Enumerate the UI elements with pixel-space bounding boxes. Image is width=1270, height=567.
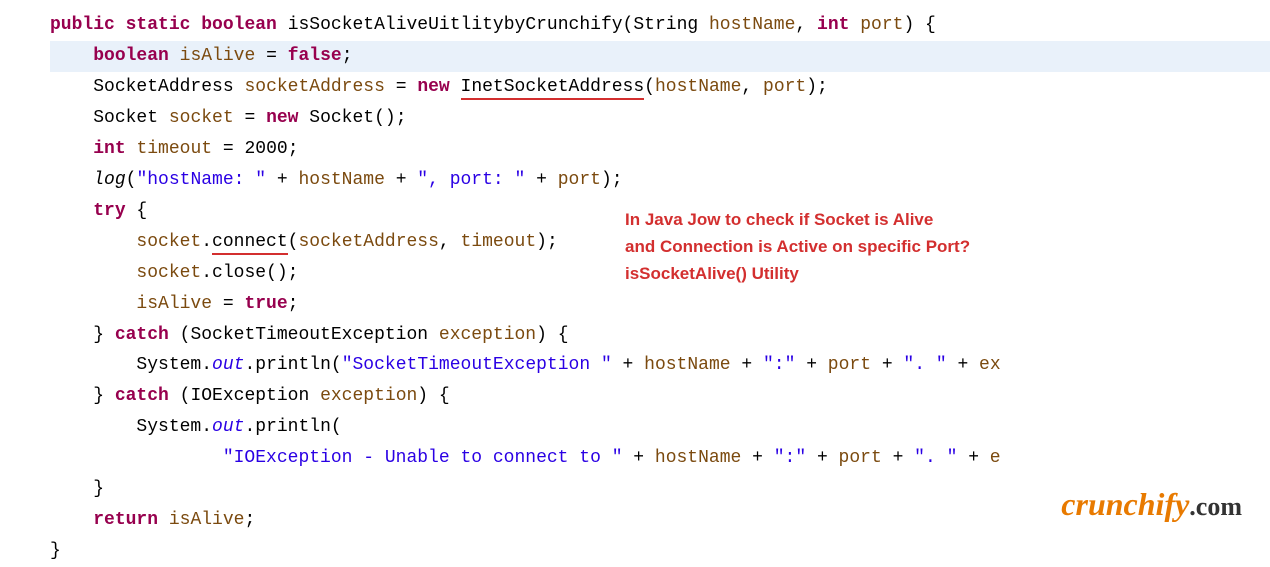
code-line-10: isAlive = true; <box>50 289 1270 320</box>
logo-brand: crunchify <box>1061 486 1189 522</box>
code-line-4: Socket socket = new Socket(); <box>50 103 1270 134</box>
logo: crunchify.com <box>1061 477 1242 532</box>
annotation-line-3: isSocketAlive() Utility <box>625 260 970 287</box>
logo-domain: .com <box>1189 492 1242 521</box>
code-line-15: "IOException - Unable to connect to " + … <box>50 443 1270 474</box>
annotation-line-1: In Java Jow to check if Socket is Alive <box>625 206 970 233</box>
code-line-14: System.out.println( <box>50 412 1270 443</box>
code-line-3: SocketAddress socketAddress = new InetSo… <box>50 72 1270 103</box>
code-line-13: } catch (IOException exception) { <box>50 381 1270 412</box>
inetsocketaddress-ref: InetSocketAddress <box>461 77 645 100</box>
code-line-12: System.out.println("SocketTimeoutExcepti… <box>50 350 1270 381</box>
code-line-11: } catch (SocketTimeoutException exceptio… <box>50 320 1270 351</box>
code-line-6: log("hostName: " + hostName + ", port: "… <box>50 165 1270 196</box>
code-line-5: int timeout = 2000; <box>50 134 1270 165</box>
annotation-line-2: and Connection is Active on specific Por… <box>625 233 970 260</box>
code-line-1: public static boolean isSocketAliveUitli… <box>50 10 1270 41</box>
annotation-callout: In Java Jow to check if Socket is Alive … <box>625 206 970 288</box>
connect-method: connect <box>212 232 288 255</box>
code-line-2: boolean isAlive = false; <box>50 41 1270 72</box>
